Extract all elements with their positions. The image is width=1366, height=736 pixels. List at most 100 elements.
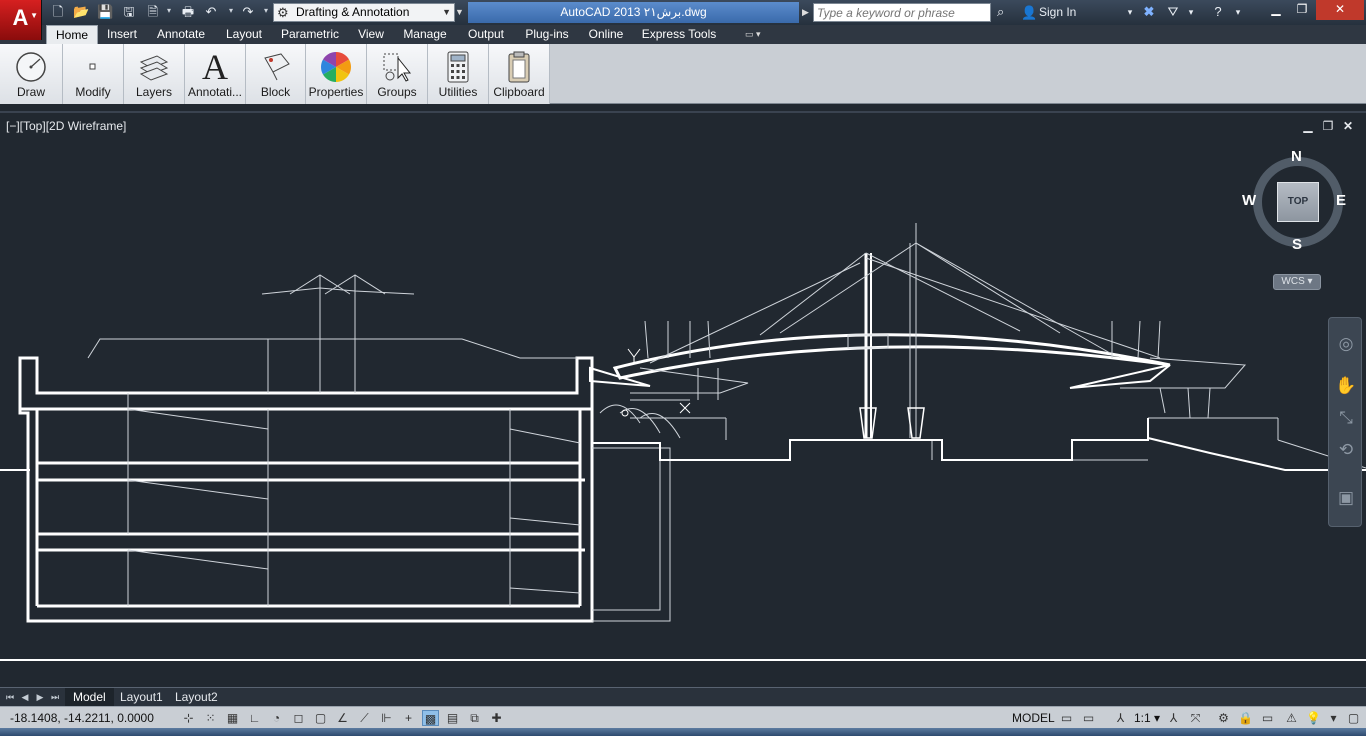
quick-view-drawings-icon[interactable]: ▭ xyxy=(1080,710,1097,726)
publish-icon[interactable]: 🗎 xyxy=(145,4,161,20)
restore-button[interactable]: ❐ xyxy=(1288,0,1316,20)
minimize-button[interactable]: ▁ xyxy=(1262,0,1290,20)
polar-tracking-icon[interactable]: ◔ xyxy=(268,710,285,726)
panel-modify[interactable]: Modify xyxy=(63,44,124,104)
save-as-icon[interactable]: 🖫 xyxy=(121,4,137,20)
tab-express-tools[interactable]: Express Tools xyxy=(637,25,721,44)
search-input[interactable] xyxy=(813,3,991,22)
orbit-icon[interactable]: ⟲ xyxy=(1334,438,1358,462)
next-layout-icon[interactable]: ▶ xyxy=(35,691,45,703)
exchange-icon[interactable]: ✖ xyxy=(1141,4,1157,20)
annotation-scale-icon[interactable]: ⅄ xyxy=(1112,710,1129,726)
tab-output[interactable]: Output xyxy=(461,25,511,44)
compass-west[interactable]: W xyxy=(1242,192,1256,209)
first-layout-icon[interactable]: ⏮ xyxy=(5,691,15,703)
viewport-controls-label[interactable]: [−][Top][2D Wireframe] xyxy=(6,119,126,133)
tab-annotate[interactable]: Annotate xyxy=(151,25,211,44)
panel-groups[interactable]: Groups xyxy=(367,44,428,104)
infer-constraints-icon[interactable]: ⊹ xyxy=(180,710,197,726)
panel-block[interactable]: Block xyxy=(246,44,306,104)
tab-home[interactable]: Home xyxy=(46,25,98,44)
pan-hand-icon[interactable]: ✋ xyxy=(1334,374,1358,398)
workspace-switching-icon[interactable]: ⚙ xyxy=(1215,710,1232,726)
tab-insert[interactable]: Insert xyxy=(101,25,143,44)
panel-annotation[interactable]: A Annotati... xyxy=(185,44,246,104)
tab-layout[interactable]: Layout xyxy=(219,25,269,44)
clean-screen-icon[interactable]: ▢ xyxy=(1345,710,1362,726)
search-expand-icon[interactable]: ▶ xyxy=(802,6,810,18)
steering-wheel-icon[interactable]: ◎ xyxy=(1334,332,1358,356)
panel-properties[interactable]: Properties xyxy=(306,44,367,104)
viewcube[interactable]: TOP N S E W xyxy=(1242,148,1346,253)
viewport-minimize-icon[interactable]: ▁ xyxy=(1300,119,1316,133)
tab-layout2[interactable]: Layout2 xyxy=(167,688,226,706)
tab-view[interactable]: View xyxy=(352,25,390,44)
sign-in-dropdown-icon[interactable]: ▾ xyxy=(1122,4,1138,20)
showmotion-icon[interactable]: ▣ xyxy=(1334,486,1358,510)
tab-online[interactable]: Online xyxy=(583,25,629,44)
compass-north[interactable]: N xyxy=(1291,148,1302,165)
panel-utilities[interactable]: Utilities xyxy=(428,44,489,104)
status-menu-icon[interactable]: ▾ xyxy=(1325,710,1342,726)
undo-icon[interactable]: ↶ xyxy=(203,4,219,20)
connected-dropdown-icon[interactable]: ▾ xyxy=(1183,4,1199,20)
grid-display-icon[interactable]: ▦ xyxy=(224,710,241,726)
tab-model[interactable]: Model xyxy=(65,688,114,706)
dynamic-ucs-icon[interactable]: ⟋ xyxy=(356,710,373,726)
undo-dropdown-icon[interactable]: ▾ xyxy=(227,7,235,15)
quick-properties-icon[interactable]: ▤ xyxy=(444,710,461,726)
ortho-mode-icon[interactable]: ∟ xyxy=(246,710,263,726)
warning-icon[interactable]: ⚠ xyxy=(1283,710,1300,726)
auto-scale-icon[interactable]: ⤧ xyxy=(1187,710,1204,726)
panel-clipboard[interactable]: Clipboard xyxy=(489,44,550,104)
publish-dropdown-icon[interactable]: ▾ xyxy=(165,7,173,15)
object-snap-tracking-icon[interactable]: ∠ xyxy=(334,710,351,726)
model-space-toggle[interactable]: MODEL xyxy=(1012,711,1055,725)
workspace-select[interactable]: ⚙ Drafting & Annotation ▼ xyxy=(273,3,455,22)
annotation-monitor-icon[interactable]: ✚ xyxy=(488,710,505,726)
plot-icon[interactable]: 🖶 xyxy=(180,4,196,20)
help-icon[interactable]: ? xyxy=(1210,4,1226,20)
qat-customize-icon[interactable]: ▼ xyxy=(455,5,465,19)
tab-plug-ins[interactable]: Plug-ins xyxy=(519,25,575,44)
annotation-scale-value[interactable]: 1:1 ▾ xyxy=(1134,711,1160,725)
snap-mode-icon[interactable]: ⁙ xyxy=(202,710,219,726)
lock-icon[interactable]: 🔒 xyxy=(1237,710,1254,726)
object-snap-icon[interactable]: ◻ xyxy=(290,710,307,726)
quick-view-layouts-icon[interactable]: ▭ xyxy=(1058,710,1075,726)
zoom-extents-icon[interactable]: ⤡ xyxy=(1334,406,1358,430)
prev-layout-icon[interactable]: ◀ xyxy=(20,691,30,703)
coordinate-readout[interactable]: -18.1408, -14.2211, 0.0000 xyxy=(10,711,154,725)
compass-south[interactable]: S xyxy=(1292,236,1302,253)
ribbon-minimize-icon[interactable]: ▭ ▾ xyxy=(745,28,771,41)
3d-object-snap-icon[interactable]: ▢ xyxy=(312,710,329,726)
hardware-acceleration-icon[interactable]: ▭ xyxy=(1259,710,1276,726)
application-menu-button[interactable]: A ▼ xyxy=(0,0,42,40)
tab-manage[interactable]: Manage xyxy=(397,25,453,44)
drawing-canvas[interactable] xyxy=(0,113,1366,687)
viewport-close-icon[interactable]: ✕ xyxy=(1340,119,1356,133)
dynamic-input-icon[interactable]: ⊩ xyxy=(378,710,395,726)
annotation-visibility-icon[interactable]: ⅄ xyxy=(1165,710,1182,726)
redo-dropdown-icon[interactable]: ▾ xyxy=(262,7,270,15)
close-button[interactable]: ✕ xyxy=(1316,0,1364,20)
panel-draw[interactable]: Draw xyxy=(0,44,63,104)
stay-connected-icon[interactable]: ⛛ xyxy=(1165,4,1181,20)
help-dropdown-icon[interactable]: ▾ xyxy=(1230,4,1246,20)
ucs-menu[interactable]: WCS ▾ xyxy=(1273,274,1321,290)
sign-in-button[interactable]: 👤 Sign In xyxy=(1021,3,1076,22)
compass-east[interactable]: E xyxy=(1336,192,1346,209)
transparency-icon[interactable]: ▩ xyxy=(422,710,439,726)
last-layout-icon[interactable]: ⏭ xyxy=(50,691,60,703)
open-file-icon[interactable]: 📂 xyxy=(73,4,89,20)
tab-layout1[interactable]: Layout1 xyxy=(112,688,171,706)
drawing-viewport[interactable]: [−][Top][2D Wireframe] ▁ ❐ ✕ TOP N S E W… xyxy=(0,111,1366,687)
selection-cycling-icon[interactable]: ⧉ xyxy=(466,710,483,726)
lineweight-icon[interactable]: + xyxy=(400,710,417,726)
binoculars-icon[interactable]: ⌕ xyxy=(997,4,1015,20)
save-icon[interactable]: 💾 xyxy=(97,4,113,20)
viewcube-top-face[interactable]: TOP xyxy=(1277,182,1319,222)
isolate-objects-icon[interactable]: 💡 xyxy=(1305,710,1322,726)
redo-icon[interactable]: ↷ xyxy=(240,4,256,20)
tab-parametric[interactable]: Parametric xyxy=(276,25,344,44)
